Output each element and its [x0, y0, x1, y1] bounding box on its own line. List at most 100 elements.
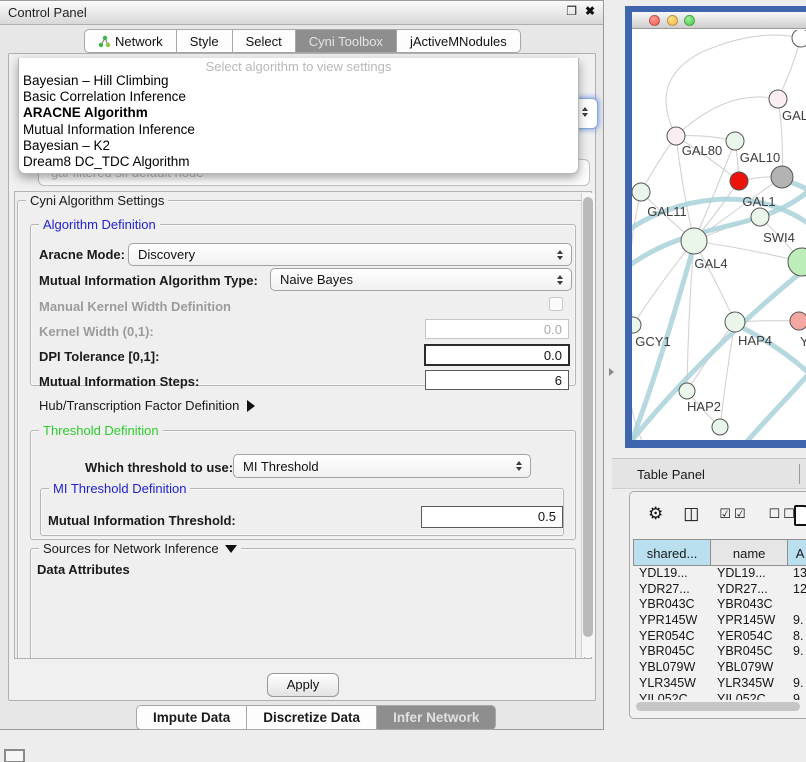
tab-select[interactable]: Select — [233, 29, 296, 53]
node-label-gal1: GAL1 — [742, 194, 775, 209]
mi-threshold-label: Mutual Information Threshold: — [48, 513, 236, 528]
network-canvas[interactable]: GALGAL80GAL10GAL1GAL11SWI4GAL4GCY1HAP4YH… — [632, 30, 806, 440]
network-node-hap2[interactable] — [679, 383, 695, 399]
table-row[interactable]: YBR043CYBR043C — [633, 597, 806, 613]
algorithm-option-dream8-dc-tdc-algorithm[interactable]: Dream8 DC_TDC Algorithm — [19, 154, 578, 170]
tab-cyni-toolbox[interactable]: Cyni Toolbox — [296, 29, 397, 53]
network-node[interactable] — [788, 248, 806, 276]
table-row[interactable]: YBL079WYBL079W — [633, 660, 806, 676]
network-node[interactable] — [712, 419, 728, 435]
table-panel-titlebar[interactable]: Table Panel — [612, 458, 806, 489]
network-node[interactable] — [792, 30, 806, 47]
dpi-tolerance-field[interactable]: 0.0 — [424, 344, 570, 366]
table-panel-edge-icon — [799, 464, 800, 484]
network-edge[interactable] — [641, 136, 676, 192]
mi-steps-field[interactable]: 6 — [425, 370, 569, 390]
algorithm-option-bayesian-hill-climbing[interactable]: Bayesian – Hill Climbing — [19, 73, 578, 89]
network-edge[interactable] — [676, 97, 778, 136]
table-cell: YDR27... — [711, 582, 789, 598]
network-node-gal[interactable] — [769, 90, 787, 108]
close-icon[interactable]: ✖ — [585, 4, 595, 18]
tab-style[interactable]: Style — [177, 29, 233, 53]
algorithm-option-bayesian-k2[interactable]: Bayesian – K2 — [19, 138, 578, 154]
table-row[interactable]: YIL052CYIL052C9 — [633, 692, 806, 701]
network-node-gal1[interactable] — [730, 172, 748, 190]
network-icon — [98, 35, 111, 48]
hub-definition-expander[interactable]: Hub/Transcription Factor Definition — [39, 398, 255, 413]
table-cell: YBL079W — [633, 660, 711, 676]
network-view-window: GALGAL80GAL10GAL1GAL11SWI4GAL4GCY1HAP4YH… — [625, 6, 806, 448]
algorithm-option-aracne-algorithm[interactable]: ARACNE Algorithm — [19, 105, 578, 121]
table-row[interactable]: YPR145WYPR145W9. — [633, 613, 806, 629]
network-node-gal11[interactable] — [632, 183, 650, 201]
minimize-button[interactable] — [667, 15, 678, 26]
network-edge[interactable] — [778, 38, 801, 99]
gear-icon[interactable]: ⚙ — [648, 504, 663, 524]
settings-scrollpane: Cyni Algorithm Settings Algorithm Defini… — [14, 191, 592, 659]
expand-arrow-icon — [247, 400, 255, 412]
algorithm-option-basic-correlation-inference[interactable]: Basic Correlation Inference — [19, 89, 578, 105]
network-node[interactable] — [771, 166, 793, 188]
network-edge-thick[interactable] — [632, 270, 804, 440]
table-cell: YBR045C — [633, 644, 711, 660]
network-node-y[interactable] — [790, 312, 806, 330]
which-threshold-combo[interactable]: MI Threshold — [233, 454, 531, 478]
table-cell: YPR145W — [711, 613, 789, 629]
column-header-shared[interactable]: shared... — [634, 540, 711, 565]
network-node-gcy1[interactable] — [632, 317, 641, 333]
table-row[interactable]: YDR27...YDR27...12 — [633, 582, 806, 598]
combo-arrows-icon — [516, 461, 522, 471]
mi-type-combo[interactable]: Naive Bayes — [270, 268, 572, 291]
tab-label: jActiveMNodules — [410, 34, 507, 49]
network-node-hap4[interactable] — [725, 312, 745, 332]
algorithm-option-mutual-information-inference[interactable]: Mutual Information Inference — [19, 122, 578, 138]
tab-network[interactable]: Network — [84, 29, 177, 53]
column-header-a[interactable]: A — [788, 540, 806, 565]
table-hscrollbar-thumb[interactable] — [636, 702, 800, 711]
mi-type-label: Mutual Information Algorithm Type: — [39, 273, 258, 288]
mi-steps-label: Mutual Information Steps: — [39, 374, 199, 389]
mi-threshold-field[interactable]: 0.5 — [421, 506, 563, 528]
table-cell — [789, 597, 806, 613]
tab-jactivemnodules[interactable]: jActiveMNodules — [397, 29, 521, 53]
node-table: shared...nameA YDL19...YDL19...13YDR27..… — [633, 539, 806, 700]
network-window-titlebar[interactable] — [632, 12, 806, 29]
sources-title[interactable]: Sources for Network Inference — [39, 541, 241, 556]
close-button[interactable] — [649, 15, 660, 26]
network-edge[interactable] — [694, 241, 735, 322]
control-panel-titlebar[interactable]: Control Panel ❐ ✖ — [0, 1, 603, 25]
column-header-name[interactable]: name — [711, 540, 788, 565]
table-cell: YLR345W — [711, 676, 789, 692]
control-panel-title: Control Panel — [8, 5, 87, 20]
table-cell: YIL052C — [711, 692, 789, 701]
float-panel-icon[interactable]: ❐ — [566, 4, 577, 18]
tab-impute-data[interactable]: Impute Data — [136, 705, 247, 730]
network-edge-thick[interactable] — [724, 368, 806, 440]
network-node-gal4[interactable] — [681, 228, 707, 254]
node-label-hap2: HAP2 — [687, 399, 721, 414]
network-node-swi4[interactable] — [751, 208, 769, 226]
split-view-icon[interactable]: ◫ — [683, 504, 699, 524]
table-row[interactable]: YDL19...YDL19...13 — [633, 566, 806, 582]
tab-discretize-data[interactable]: Discretize Data — [247, 705, 377, 730]
table-row[interactable]: YLR345WYLR345W9. — [633, 676, 806, 692]
settings-scrollbar-thumb[interactable] — [583, 197, 593, 637]
node-label-gal11: GAL11 — [647, 204, 687, 219]
apply-button[interactable]: Apply — [267, 673, 339, 697]
zoom-button[interactable] — [684, 15, 695, 26]
network-node-gal10[interactable] — [726, 132, 744, 150]
bottom-tab-bar: Impute DataDiscretize DataInfer Network — [136, 705, 496, 730]
select-all-icon[interactable]: ☑☑ — [719, 504, 748, 524]
manual-kernel-checkbox[interactable] — [549, 297, 563, 311]
table-row[interactable]: YER054CYER054C8. — [633, 629, 806, 645]
combo-arrows-icon — [557, 275, 563, 285]
aracne-mode-combo[interactable]: Discovery — [128, 243, 572, 266]
new-table-icon[interactable] — [794, 505, 806, 526]
tab-infer-network[interactable]: Infer Network — [377, 705, 496, 730]
kernel-width-field[interactable]: 0.0 — [425, 319, 569, 339]
table-hscrollbar-track[interactable] — [633, 700, 805, 713]
table-cell: YER054C — [711, 629, 789, 645]
panel-divider-arrow-icon[interactable] — [609, 368, 614, 376]
table-row[interactable]: YBR045CYBR045C9. — [633, 644, 806, 660]
minimized-panel-icon[interactable] — [4, 749, 25, 762]
